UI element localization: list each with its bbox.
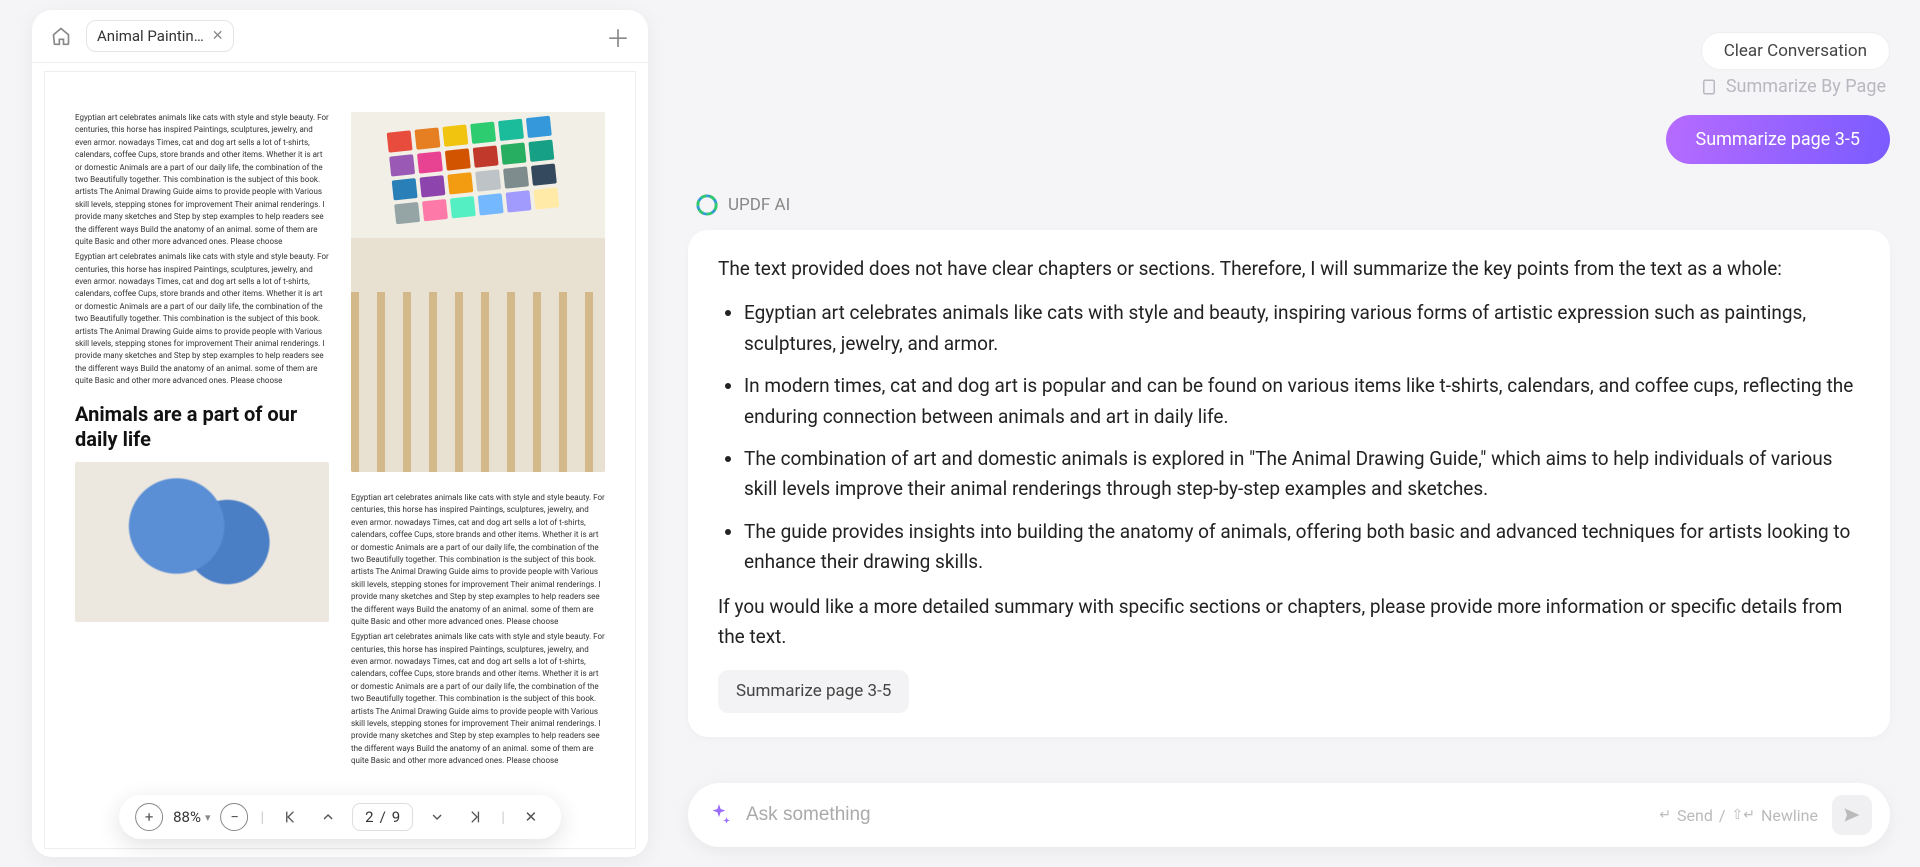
input-hints: ↵ Send / ⇧↵ Newline [1659, 806, 1818, 825]
palette-swatch [394, 202, 420, 224]
page-icon [1700, 78, 1718, 96]
palette-swatch [442, 124, 468, 146]
home-icon [51, 26, 71, 46]
paint-palette-image [351, 112, 605, 472]
page-heading: Animals are a part of our daily life [75, 402, 329, 452]
prev-page-button[interactable] [314, 803, 342, 831]
chevron-up-icon [320, 809, 336, 825]
suggestion-chip[interactable]: Summarize page 3-5 [718, 670, 909, 713]
palette-swatch [389, 154, 415, 176]
summarize-by-page-link[interactable]: Summarize By Page [1700, 76, 1886, 97]
zoom-value: 88% [173, 808, 201, 826]
plus-icon: ＋ [606, 19, 630, 54]
last-page-button[interactable] [461, 803, 489, 831]
ai-answer-card: The text provided does not have clear ch… [688, 230, 1890, 737]
tab-bar: Animal Paintin… ✕ ＋ [32, 10, 648, 63]
palette-swatch [420, 175, 446, 197]
minus-icon: − [230, 808, 239, 826]
chat-input[interactable] [746, 804, 1645, 826]
plus-icon: + [145, 808, 154, 826]
document-viewport[interactable]: Egyptian art celebrates animals like cat… [32, 63, 648, 857]
document-toolbar: + 88% ▾ − | 2 / 9 | ✕ [119, 795, 561, 839]
ai-source-label: UPDF AI [680, 194, 1890, 216]
current-page: 2 [365, 808, 373, 826]
summarize-by-page-label: Summarize By Page [1726, 76, 1886, 97]
palette-swatch [503, 166, 529, 188]
clear-conversation-button[interactable]: Clear Conversation [1701, 32, 1890, 70]
answer-bullet: In modern times, cat and dog art is popu… [744, 371, 1860, 432]
send-icon [1842, 805, 1862, 825]
page-indicator[interactable]: 2 / 9 [352, 803, 413, 831]
answer-outro: If you would like a more detailed summar… [718, 592, 1860, 653]
palette-swatch [450, 196, 476, 218]
chevron-first-icon [282, 809, 298, 825]
zoom-in-button[interactable]: + [135, 803, 163, 831]
close-toolbar-button[interactable]: ✕ [517, 803, 545, 831]
updf-logo-icon [696, 194, 718, 216]
sparkle-icon [706, 802, 732, 828]
next-page-button[interactable] [423, 803, 451, 831]
page-right-column: Egyptian art celebrates animals like cat… [351, 112, 605, 808]
ai-panel: Clear Conversation Summarize By Page Sum… [680, 0, 1920, 867]
page-text: Egyptian art celebrates animals like cat… [75, 251, 329, 387]
answer-intro: The text provided does not have clear ch… [718, 254, 1860, 284]
answer-bullet: The combination of art and domestic anim… [744, 444, 1860, 505]
palette-swatch [417, 151, 443, 173]
close-icon: ✕ [525, 808, 538, 826]
palette-swatch [533, 187, 559, 209]
hint-sep: / [1719, 806, 1726, 825]
chat-input-bar: ↵ Send / ⇧↵ Newline [688, 783, 1890, 847]
palette-swatch [498, 119, 524, 141]
butterfly-painting-image [75, 462, 329, 622]
palette-swatch [387, 130, 413, 152]
palette-swatch [470, 122, 496, 144]
page-separator: / [380, 808, 386, 826]
tab-title: Animal Paintin… [97, 27, 204, 45]
palette-swatch [422, 199, 448, 221]
ai-name: UPDF AI [728, 195, 790, 215]
pdf-page: Egyptian art celebrates animals like cat… [44, 71, 636, 849]
chevron-down-icon: ▾ [205, 811, 211, 824]
home-button[interactable] [46, 21, 76, 51]
enter-icon: ↵ [1659, 807, 1671, 823]
answer-bullets: Egyptian art celebrates animals like cat… [718, 298, 1860, 577]
page-text: Egyptian art celebrates animals like cat… [75, 112, 329, 248]
palette-swatch [473, 145, 499, 167]
palette-swatch [478, 193, 504, 215]
palette-swatch [447, 172, 473, 194]
document-window: Animal Paintin… ✕ ＋ Egyptian art celebra… [32, 10, 648, 857]
palette-swatch [445, 148, 471, 170]
page-left-column: Egyptian art celebrates animals like cat… [75, 112, 329, 808]
palette-swatch [531, 163, 557, 185]
separator: | [258, 808, 266, 826]
answer-bullet: Egyptian art celebrates animals like cat… [744, 298, 1860, 359]
answer-bullet: The guide provides insights into buildin… [744, 517, 1860, 578]
add-tab-button[interactable]: ＋ [602, 20, 634, 52]
send-button[interactable] [1832, 795, 1872, 835]
palette-swatch [475, 169, 501, 191]
palette-swatch [528, 140, 554, 162]
summarize-page-pill[interactable]: Summarize page 3-5 [1666, 115, 1890, 164]
chevron-last-icon [467, 809, 483, 825]
total-pages: 9 [392, 808, 400, 826]
palette-swatch [392, 178, 418, 200]
page-text: Egyptian art celebrates animals like cat… [351, 631, 605, 767]
hint-send: Send [1677, 806, 1713, 825]
palette-swatch [414, 127, 440, 149]
close-tab-icon[interactable]: ✕ [212, 28, 224, 44]
chevron-down-icon [429, 809, 445, 825]
document-tab[interactable]: Animal Paintin… ✕ [86, 20, 234, 52]
shift-enter-icon: ⇧↵ [1732, 807, 1755, 823]
palette-swatch [526, 116, 552, 138]
zoom-dropdown[interactable]: 88% ▾ [173, 808, 210, 826]
palette-swatch [501, 142, 527, 164]
first-page-button[interactable] [276, 803, 304, 831]
separator: | [499, 808, 507, 826]
hint-newline: Newline [1761, 806, 1818, 825]
page-text: Egyptian art celebrates animals like cat… [351, 492, 605, 628]
zoom-out-button[interactable]: − [220, 803, 248, 831]
palette-swatch [506, 190, 532, 212]
